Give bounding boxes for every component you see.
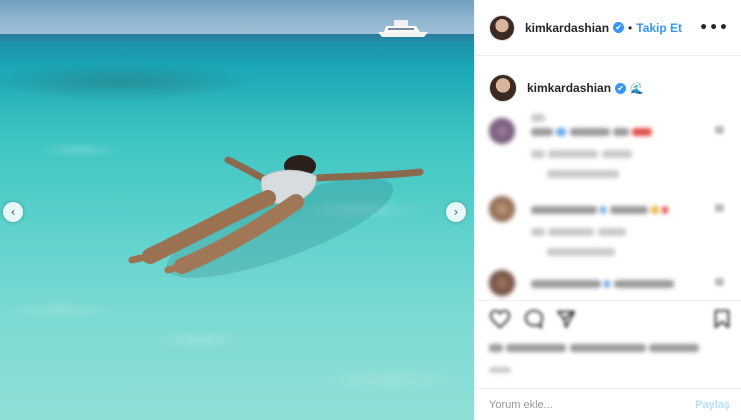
comment-icon[interactable] — [523, 308, 545, 330]
header-separator: • — [628, 20, 633, 35]
actions-divider — [475, 300, 741, 301]
left-foot — [128, 252, 154, 264]
commenter-avatar[interactable] — [489, 118, 515, 144]
heart-icon[interactable] — [715, 204, 724, 212]
avatar[interactable] — [489, 14, 515, 41]
share-button[interactable]: Paylaş — [695, 399, 730, 411]
share-icon[interactable] — [555, 308, 577, 330]
comment-text — [531, 202, 669, 216]
verified-icon: ✔ — [615, 82, 627, 94]
comment-form: Paylaş — [475, 388, 741, 420]
header-username[interactable]: kimkardashian — [525, 21, 609, 35]
caption-avatar[interactable] — [489, 74, 517, 102]
comment-item — [489, 196, 729, 260]
right-arm — [314, 168, 424, 182]
comment-meta — [531, 146, 632, 160]
yacht — [378, 20, 428, 37]
view-replies[interactable] — [547, 166, 619, 180]
post-photo[interactable]: ‹ › — [0, 0, 474, 420]
post-date — [489, 362, 511, 376]
heart-icon[interactable] — [715, 126, 724, 134]
view-replies[interactable] — [547, 244, 615, 258]
follow-button[interactable]: Takip Et — [636, 21, 682, 35]
comment-item — [489, 270, 729, 300]
comment-meta — [531, 224, 626, 238]
post-header: kimkardashian ✔ • Takip Et ••• — [475, 0, 741, 56]
comment-item — [489, 118, 729, 182]
heart-icon[interactable] — [489, 308, 511, 330]
comment-input[interactable] — [489, 398, 696, 411]
photo-scene — [128, 20, 428, 278]
likes-count[interactable] — [489, 340, 700, 354]
commenter-avatar[interactable] — [489, 270, 515, 296]
caption-row: kimkardashian ✔ 🌊 — [475, 56, 741, 102]
comment-text — [531, 276, 674, 290]
verified-icon: ✔ — [613, 22, 625, 33]
carousel-prev-button[interactable]: ‹ — [3, 202, 23, 222]
heart-icon[interactable] — [715, 278, 724, 286]
right-foot — [164, 262, 186, 274]
chevron-right-icon: › — [453, 205, 459, 219]
post-side-panel: kimkardashian ✔ • Takip Et ••• kimkardas… — [474, 0, 741, 420]
more-icon[interactable]: ••• — [699, 20, 729, 36]
carousel-next-button[interactable]: › — [446, 202, 466, 222]
action-bar — [489, 308, 730, 334]
chevron-left-icon: ‹ — [10, 205, 16, 219]
bookmark-icon[interactable] — [711, 308, 733, 330]
wave-icon: 🌊 — [630, 81, 644, 95]
comment-text — [531, 124, 653, 138]
caption-username[interactable]: kimkardashian — [527, 81, 611, 95]
commenter-avatar[interactable] — [489, 196, 515, 222]
